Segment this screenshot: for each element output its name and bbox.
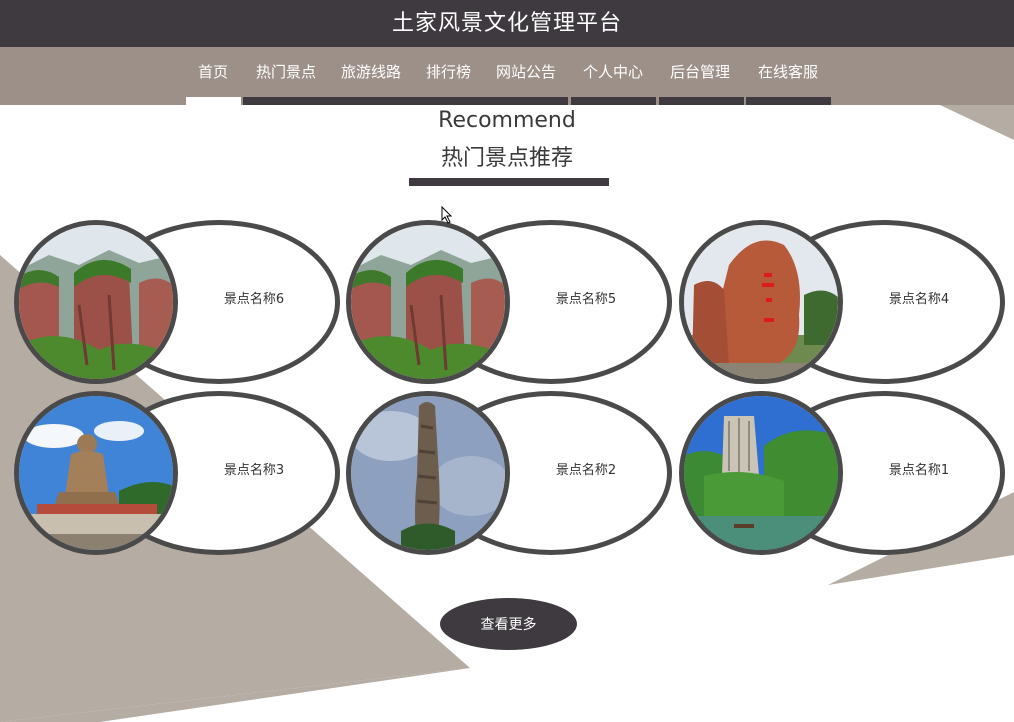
nav-active-indicator — [186, 97, 241, 105]
attraction-card[interactable]: 景点名称1 — [679, 391, 1005, 555]
nav-item-admin[interactable]: 后台管理 — [670, 61, 730, 82]
title-bar: 土家风景文化管理平台 — [0, 0, 1014, 47]
section-title-cn: 热门景点推荐 — [440, 146, 573, 171]
attraction-name: 景点名称1 — [888, 463, 950, 478]
heading-underline — [409, 178, 609, 186]
site-title: 土家风景文化管理平台 — [391, 11, 622, 36]
attraction-card[interactable]: 景点名称2 — [346, 391, 672, 555]
attraction-card[interactable]: 景点名称6 — [14, 220, 340, 384]
nav-item-rankings[interactable]: 排行榜 — [426, 61, 471, 82]
attraction-name: 景点名称3 — [223, 463, 285, 478]
nav-underline — [746, 97, 831, 105]
stone-pillar-photo[interactable] — [346, 391, 510, 555]
attraction-card[interactable]: 景点名称4 — [679, 220, 1005, 384]
nav-underline — [571, 97, 656, 105]
attraction-name: 景点名称2 — [555, 463, 617, 478]
nav-underline — [659, 97, 744, 105]
view-more-button[interactable]: 查看更多 — [440, 598, 577, 650]
buddha-statue-photo[interactable] — [14, 391, 178, 555]
attraction-card[interactable]: 景点名称3 — [14, 391, 340, 555]
attraction-name: 景点名称6 — [223, 292, 285, 307]
nav-item-home[interactable]: 首页 — [198, 61, 228, 82]
nav-underline — [243, 97, 568, 105]
nav-item-announcements[interactable]: 网站公告 — [496, 61, 556, 82]
nav-item-hot-attractions[interactable]: 热门景点 — [256, 61, 316, 82]
cliffs-photo[interactable] — [14, 220, 178, 384]
nav-item-travel-routes[interactable]: 旅游线路 — [341, 61, 401, 82]
river-peaks-photo[interactable] — [679, 391, 843, 555]
attraction-card[interactable]: 景点名称5 — [346, 220, 672, 384]
mouse-cursor-icon — [441, 206, 453, 224]
nav-item-online-service[interactable]: 在线客服 — [758, 61, 818, 82]
watermark: CSDN @BYSJLG — [915, 695, 1000, 708]
attraction-name: 景点名称4 — [888, 292, 950, 307]
attraction-name: 景点名称5 — [555, 292, 617, 307]
cliffs-photo[interactable] — [346, 220, 510, 384]
main-nav: 首页 热门景点 旅游线路 排行榜 网站公告 个人中心 后台管理 在线客服 — [0, 47, 1014, 105]
section-title-en: Recommend — [438, 108, 576, 133]
red-rock-photo[interactable] — [679, 220, 843, 384]
nav-item-personal-center[interactable]: 个人中心 — [583, 61, 643, 82]
